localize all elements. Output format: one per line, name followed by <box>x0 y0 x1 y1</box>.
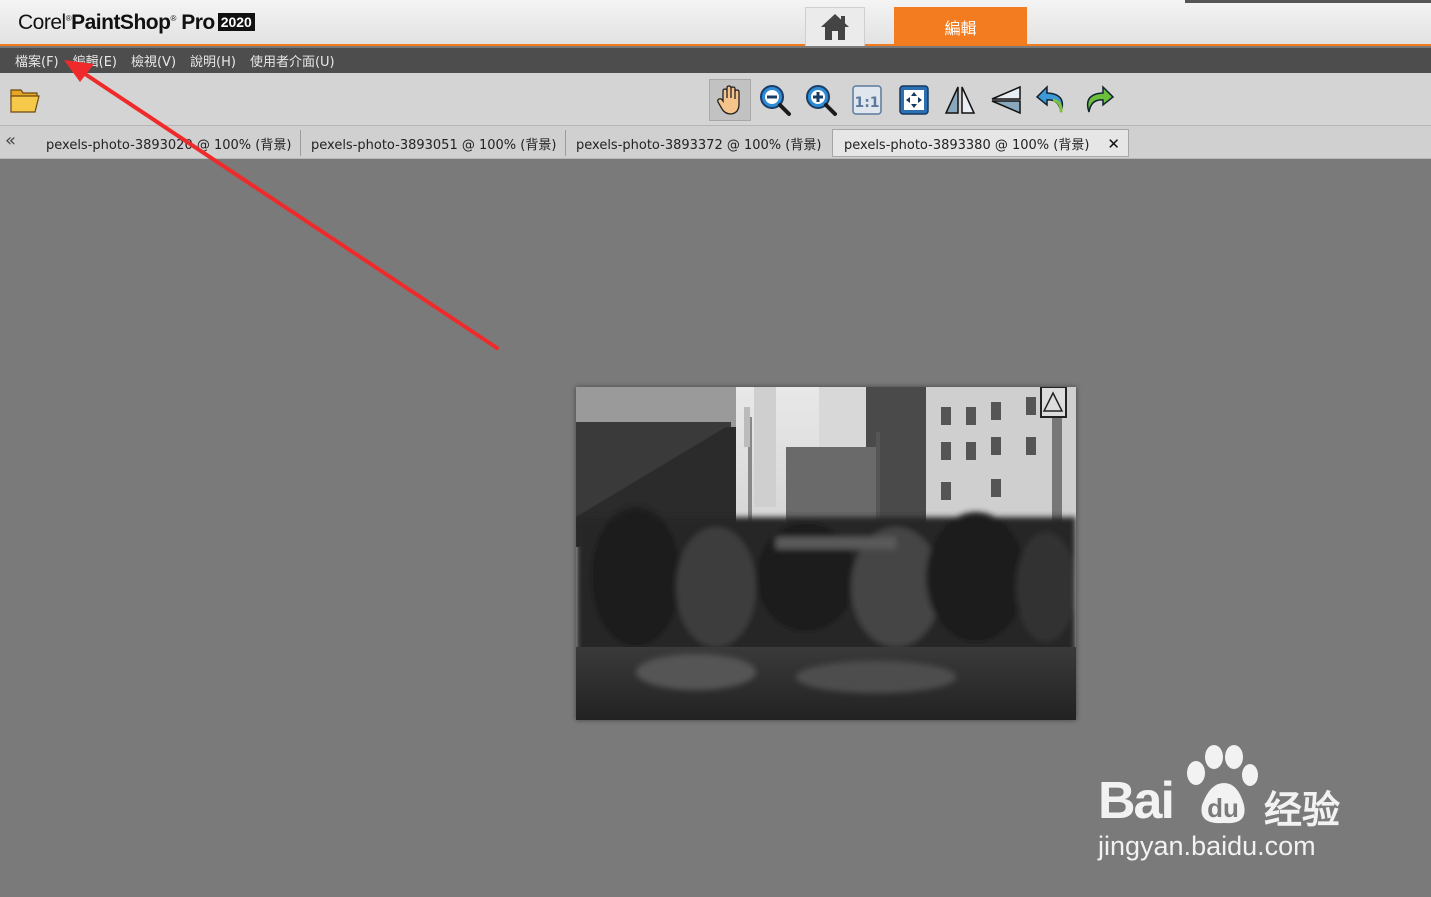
app-logo: Corel®PaintShop® Pro 2020 <box>18 11 255 35</box>
pan-hand-icon <box>717 85 740 115</box>
edit-tab[interactable]: 編輯 <box>894 7 1027 46</box>
watermark-exp: 经验 <box>1264 788 1341 832</box>
home-icon <box>821 14 849 40</box>
menu-bar: 檔案(F) 編輯(E) 檢視(V) 說明(H) 使用者介面(U) <box>0 48 1431 73</box>
menu-view[interactable]: 檢視(V) <box>124 51 183 70</box>
home-tab[interactable] <box>805 7 865 46</box>
redo-button[interactable] <box>1077 79 1119 121</box>
doc-tab-label: pexels-photo-3893372 @ 100% (背景) <box>576 137 822 153</box>
fit-to-window-icon <box>899 85 929 115</box>
doc-tab-label: pexels-photo-3893051 @ 100% (背景) <box>311 137 557 153</box>
close-icon[interactable]: ✕ <box>1107 135 1120 153</box>
mirror-button[interactable] <box>985 79 1027 121</box>
redo-icon <box>1086 85 1115 113</box>
flip-button[interactable] <box>939 79 981 121</box>
doc-tab-4-active[interactable]: pexels-photo-3893380 @ 100% (背景) ✕ <box>832 129 1129 157</box>
folder-open-icon <box>10 89 40 113</box>
tab-divider <box>565 130 566 156</box>
doc-tab-label: pexels-photo-3893380 @ 100% (背景) <box>844 137 1090 153</box>
menu-user-interface[interactable]: 使用者介面(U) <box>243 51 342 70</box>
actual-size-button[interactable]: 1:1 <box>846 79 888 121</box>
undo-icon <box>1035 85 1064 113</box>
edit-tab-label: 編輯 <box>944 18 977 38</box>
fit-window-button[interactable] <box>893 79 935 121</box>
tab-scroll-left[interactable]: « <box>5 130 16 151</box>
doc-tab-3[interactable]: pexels-photo-3893372 @ 100% (背景) <box>576 129 821 157</box>
menu-edit[interactable]: 編輯(E) <box>66 51 124 70</box>
doc-tab-2[interactable]: pexels-photo-3893051 @ 100% (背景) <box>311 129 556 157</box>
pan-tool-button[interactable] <box>709 79 751 121</box>
title-bar-edge <box>1185 0 1431 3</box>
title-bar: Corel®PaintShop® Pro 2020 編輯 <box>0 0 1431 46</box>
zoom-out-icon <box>760 85 791 116</box>
baidu-watermark: du Bai 经验 jingyan.baidu.com <box>1098 745 1368 870</box>
zoom-in-button[interactable] <box>800 79 842 121</box>
actual-size-icon: 1:1 <box>852 85 882 115</box>
zoom-out-button[interactable] <box>754 79 796 121</box>
doc-tab-label: pexels-photo-3893020 @ 100% (背景) <box>46 137 292 153</box>
flip-icon <box>944 86 976 114</box>
zoom-in-icon <box>806 85 837 116</box>
street-photo-image <box>576 387 1076 720</box>
document-tab-bar: « pexels-photo-3893020 @ 100% (背景) pexel… <box>0 126 1431 159</box>
undo-button[interactable] <box>1031 79 1073 121</box>
canvas-photo[interactable] <box>576 387 1076 720</box>
svg-text:1:1: 1:1 <box>854 95 879 111</box>
menu-help[interactable]: 說明(H) <box>183 51 243 70</box>
menu-file[interactable]: 檔案(F) <box>8 51 66 70</box>
mirror-icon <box>991 85 1021 115</box>
svg-text:du: du <box>1207 793 1239 823</box>
tab-divider <box>300 130 301 156</box>
watermark-url: jingyan.baidu.com <box>1098 831 1316 861</box>
paw-logo: du <box>1187 745 1258 824</box>
doc-tab-1[interactable]: pexels-photo-3893020 @ 100% (背景) <box>46 129 291 157</box>
watermark-bai: Bai <box>1098 772 1175 830</box>
toolbar: 1:1 <box>0 73 1431 126</box>
open-button[interactable] <box>4 79 46 121</box>
